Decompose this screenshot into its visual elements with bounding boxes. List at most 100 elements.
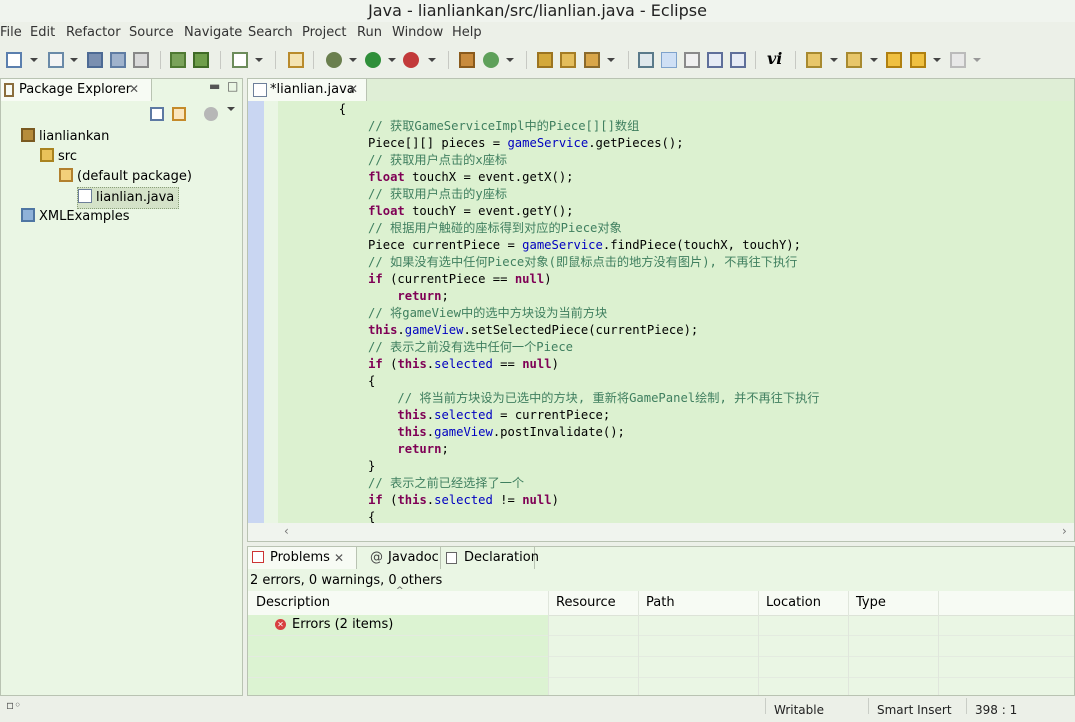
mark-occurrences-icon[interactable] bbox=[661, 52, 677, 68]
save-icon[interactable] bbox=[87, 52, 103, 68]
task-dropdown-icon[interactable] bbox=[255, 58, 263, 62]
search-dropdown-icon[interactable] bbox=[607, 58, 615, 62]
code-area[interactable]: { // 获取GameServiceImpl中的Piece[][]数组 Piec… bbox=[248, 101, 1074, 523]
next-annotation-icon[interactable] bbox=[806, 52, 822, 68]
tab-package-explorer[interactable]: Package Explorer ✕ bbox=[1, 79, 152, 101]
code-line: return; bbox=[397, 289, 449, 303]
menu-run[interactable]: Run bbox=[357, 22, 382, 44]
tree-item-lianlian-java[interactable]: lianlian.java bbox=[77, 187, 180, 209]
block-selection-icon[interactable] bbox=[684, 52, 700, 68]
collapse-all-icon[interactable] bbox=[150, 107, 164, 121]
code-line: // 将gameView中的选中方块设为当前方块 bbox=[280, 306, 608, 320]
code-line: { bbox=[280, 102, 347, 116]
package-explorer-view: Package Explorer ✕ ▬ □ lianliankan src (… bbox=[0, 78, 243, 696]
menu-window[interactable]: Window bbox=[392, 22, 443, 44]
print-icon[interactable] bbox=[133, 52, 149, 68]
tree-item-lianliankan[interactable]: lianliankan bbox=[21, 127, 109, 147]
forward-dropdown-icon[interactable] bbox=[973, 58, 981, 62]
scroll-left-icon[interactable]: ‹ bbox=[284, 524, 289, 538]
menu-edit[interactable]: Edit bbox=[30, 22, 55, 44]
tree-item-label: (default package) bbox=[77, 169, 192, 184]
open-folder-icon[interactable] bbox=[537, 52, 553, 68]
task-icon[interactable] bbox=[232, 52, 248, 68]
tree-item-label: lianlian.java bbox=[96, 190, 175, 205]
annotation-ruler bbox=[248, 101, 264, 523]
debug-dropdown-icon[interactable] bbox=[349, 58, 357, 62]
code-line: // 表示之前没有选中任何一个Piece bbox=[280, 340, 573, 354]
run-icon[interactable] bbox=[365, 52, 381, 68]
new-java-project-icon[interactable] bbox=[459, 52, 475, 68]
new-wizard-dropdown-icon[interactable] bbox=[70, 58, 78, 62]
code-line: float touchX = event.getX(); bbox=[368, 170, 574, 184]
menu-project[interactable]: Project bbox=[302, 22, 346, 44]
back-dropdown-icon[interactable] bbox=[933, 58, 941, 62]
external-tools-dropdown-icon[interactable] bbox=[428, 58, 436, 62]
tree-item-xmlexamples[interactable]: XMLExamples bbox=[21, 207, 130, 227]
new-wizard-icon[interactable] bbox=[48, 52, 64, 68]
new-class-dropdown-icon[interactable] bbox=[506, 58, 514, 62]
focus-task-icon[interactable] bbox=[204, 107, 218, 121]
minimize-icon[interactable]: ▬ bbox=[209, 79, 220, 93]
terminal-icon[interactable] bbox=[193, 52, 209, 68]
new-icon[interactable] bbox=[6, 52, 22, 68]
column-divider bbox=[548, 591, 549, 695]
save-all-icon[interactable] bbox=[110, 52, 126, 68]
source-folder-icon bbox=[40, 148, 54, 162]
open-resource-icon[interactable] bbox=[560, 52, 576, 68]
last-edit-location-icon[interactable] bbox=[886, 52, 902, 68]
column-header-location[interactable]: Location bbox=[766, 595, 821, 610]
back-icon[interactable] bbox=[910, 52, 926, 68]
new-dropdown-icon[interactable] bbox=[30, 58, 38, 62]
tree-item-src[interactable]: src bbox=[40, 147, 77, 167]
column-header-type[interactable]: Type bbox=[856, 595, 886, 610]
column-header-resource[interactable]: Resource bbox=[556, 595, 616, 610]
open-type-icon[interactable] bbox=[288, 52, 304, 68]
close-icon[interactable]: ✕ bbox=[348, 82, 358, 96]
previous-annotation-icon[interactable] bbox=[846, 52, 862, 68]
menu-navigate[interactable]: Navigate bbox=[184, 22, 242, 44]
show-whitespace-icon[interactable] bbox=[730, 52, 746, 68]
column-header-path[interactable]: Path bbox=[646, 595, 675, 610]
debug-icon[interactable] bbox=[326, 52, 342, 68]
horizontal-scrollbar[interactable]: ‹ › bbox=[248, 523, 1074, 541]
menu-file[interactable]: File bbox=[0, 22, 22, 44]
menu-search[interactable]: Search bbox=[248, 22, 293, 44]
forward-icon[interactable] bbox=[950, 52, 966, 68]
package-explorer-tree: lianliankan src (default package) lianli… bbox=[1, 125, 242, 695]
close-icon[interactable]: ✕ bbox=[334, 547, 344, 569]
previous-annotation-dropdown-icon[interactable] bbox=[870, 58, 878, 62]
menu-help[interactable]: Help bbox=[452, 22, 482, 44]
table-row[interactable]: ✕ Errors (2 items) bbox=[248, 615, 1074, 636]
menu-source[interactable]: Source bbox=[129, 22, 174, 44]
run-dropdown-icon[interactable] bbox=[388, 58, 396, 62]
tab-lianlian-java[interactable]: *lianlian.java ✕ bbox=[248, 79, 367, 101]
code-line: { bbox=[280, 374, 376, 388]
tab-problems[interactable]: Problems ✕ bbox=[248, 547, 357, 569]
tab-javadoc[interactable]: @ Javadoc bbox=[364, 547, 441, 569]
toolbar-separator bbox=[448, 51, 449, 69]
error-icon: ✕ bbox=[275, 619, 286, 630]
tree-item-default-package[interactable]: (default package) bbox=[59, 167, 192, 187]
fast-view-icon[interactable]: ▫◦ bbox=[6, 698, 21, 712]
next-annotation-dropdown-icon[interactable] bbox=[830, 58, 838, 62]
build-icon[interactable] bbox=[170, 52, 186, 68]
code-line: if (this.selected != null) bbox=[368, 493, 559, 507]
toolbar-separator bbox=[628, 51, 629, 69]
close-icon[interactable]: ✕ bbox=[129, 82, 139, 96]
column-header-description[interactable]: Description bbox=[256, 595, 330, 610]
menu-refactor[interactable]: Refactor bbox=[66, 22, 121, 44]
code-line: // 如果没有选中任何Piece对象(即鼠标点击的地方没有图片), 不再往下执行 bbox=[280, 255, 798, 269]
scroll-right-icon[interactable]: › bbox=[1062, 524, 1067, 538]
tab-declaration[interactable]: Declaration bbox=[442, 547, 539, 569]
link-with-editor-icon[interactable] bbox=[172, 107, 186, 121]
maximize-icon[interactable]: □ bbox=[227, 79, 238, 93]
code-text[interactable]: { // 获取GameServiceImpl中的Piece[][]数组 Piec… bbox=[280, 101, 1074, 523]
annotation-icon[interactable] bbox=[638, 52, 654, 68]
toggle-breadcrumb-icon[interactable] bbox=[707, 52, 723, 68]
new-class-icon[interactable] bbox=[483, 52, 499, 68]
error-group-label: Errors (2 items) bbox=[292, 617, 394, 632]
view-menu-icon[interactable] bbox=[227, 107, 235, 111]
search-icon[interactable] bbox=[584, 52, 600, 68]
vi-mode-icon[interactable]: vi bbox=[767, 51, 783, 67]
external-tools-icon[interactable] bbox=[403, 52, 419, 68]
